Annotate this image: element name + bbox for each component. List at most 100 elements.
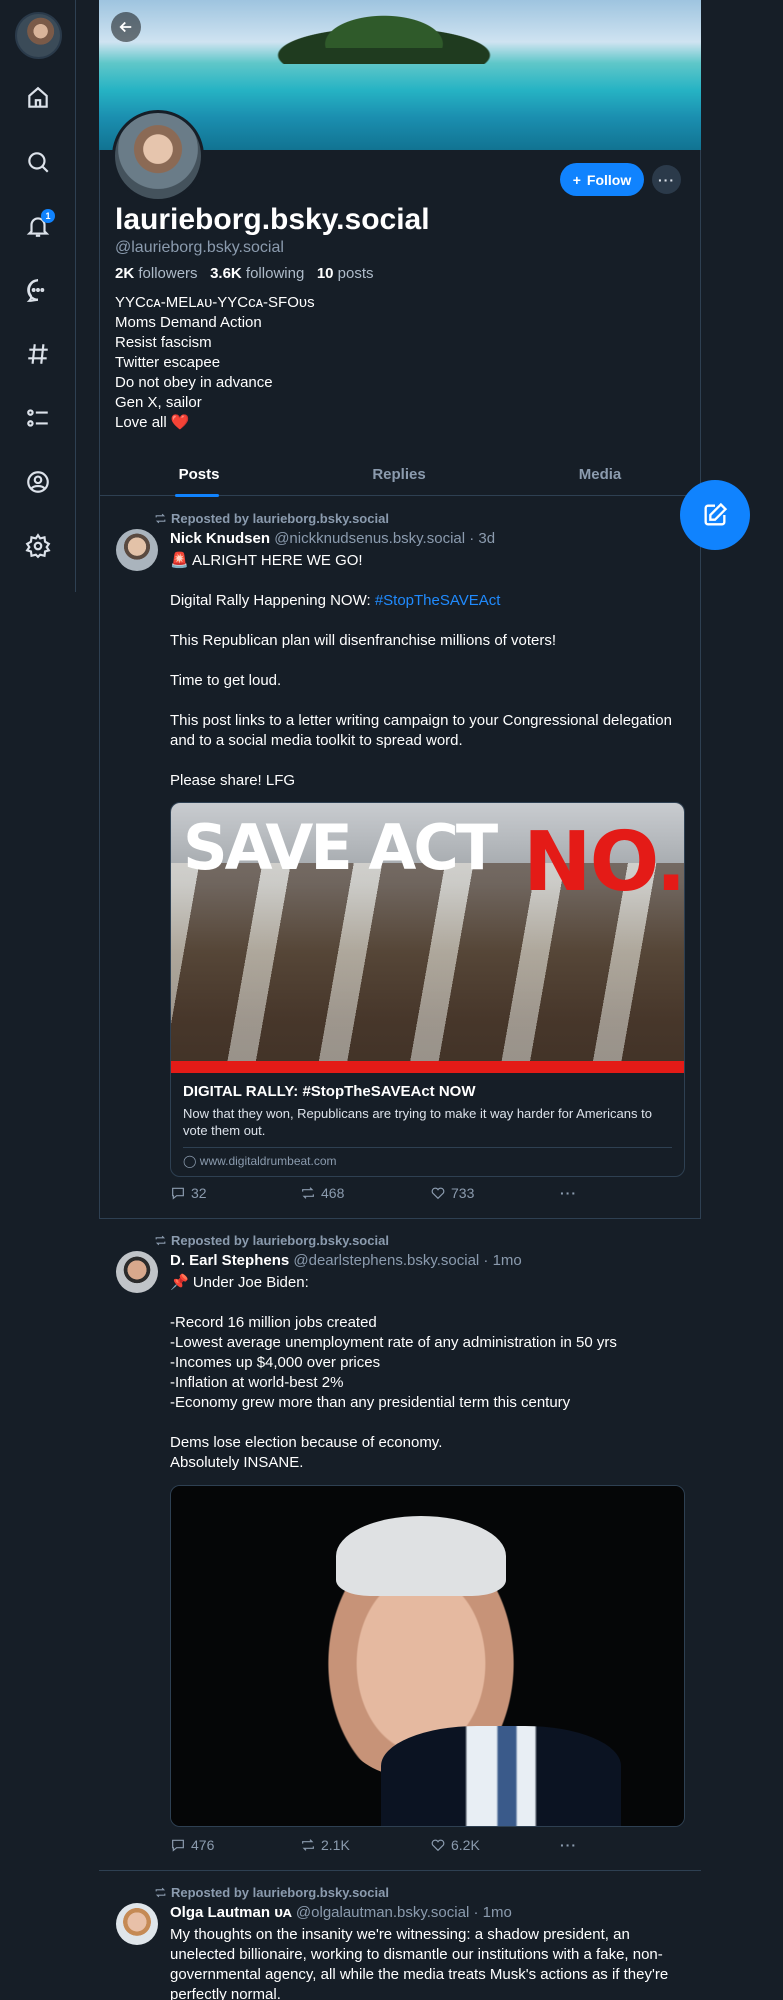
compose-icon	[704, 502, 728, 526]
author-handle[interactable]: @dearlstephens.bsky.social · 1mo	[293, 1252, 521, 1269]
following-label: following	[245, 265, 305, 282]
post-line: Absolutely INSANE.	[170, 1454, 304, 1471]
image-text-no: NO.	[523, 815, 685, 910]
profile-display-name: laurieborg.bsky.social	[115, 203, 430, 236]
profile-bio: YYCᴄᴀ-MELᴀᴜ-YYCᴄᴀ-SFOᴜs Moms Demand Acti…	[115, 293, 315, 433]
repost-button[interactable]: 468	[300, 1185, 430, 1201]
author-name[interactable]: Nick Knudsen	[170, 530, 270, 547]
ellipsis-icon: ···	[560, 1837, 577, 1853]
follow-button[interactable]: + Follow	[560, 163, 644, 196]
chat-icon[interactable]	[18, 270, 58, 310]
search-icon[interactable]	[18, 142, 58, 182]
bio-line: YYCᴄᴀ-MELᴀᴜ-YYCᴄᴀ-SFOᴜs	[115, 294, 315, 311]
compose-post-button[interactable]	[680, 480, 750, 550]
profile-icon[interactable]	[18, 462, 58, 502]
post-item[interactable]: Reposted by laurieborg.bsky.social Olga …	[99, 1871, 701, 2000]
reply-button[interactable]: 32	[170, 1185, 300, 1201]
photo-hair	[336, 1516, 506, 1596]
image-text-save-act: SAVE ACT	[183, 811, 498, 884]
profile-main-column: + Follow ··· laurieborg.bsky.social @lau…	[99, 0, 701, 2000]
post-line: -Lowest average unemployment rate of any…	[170, 1334, 617, 1351]
image-red-bar	[171, 1061, 684, 1073]
home-icon[interactable]	[18, 78, 58, 118]
post-line	[170, 691, 685, 711]
post-line-text: Digital Rally Happening NOW:	[170, 592, 375, 609]
heart-icon	[431, 1839, 445, 1852]
profile-handle: @laurieborg.bsky.social	[115, 239, 284, 256]
reply-icon	[172, 1839, 184, 1852]
tab-replies[interactable]: Replies	[299, 452, 499, 496]
repost-label[interactable]: Reposted by laurieborg.bsky.social	[171, 511, 389, 526]
profile-more-button[interactable]: ···	[652, 165, 681, 194]
post-line	[170, 1413, 685, 1433]
follow-label: Follow	[586, 171, 632, 188]
bio-line-text: Love all	[115, 414, 167, 431]
author-flag-suffix: ᴜᴀ	[274, 1904, 292, 1921]
repost-icon	[155, 1887, 166, 1898]
hashtag-link[interactable]: #StopTheSAVEAct	[375, 592, 501, 609]
tab-replies-label: Replies	[372, 465, 426, 483]
link-card[interactable]: SAVE ACT NO. DIGITAL RALLY: #StopTheSAVE…	[170, 802, 685, 1177]
tab-media-label: Media	[578, 465, 622, 483]
bio-line: Twitter escapee	[115, 354, 221, 371]
feeds-hashtag-icon[interactable]	[18, 334, 58, 374]
repost-icon	[302, 1187, 314, 1199]
post-line	[170, 651, 685, 671]
heart-icon: ❤️	[170, 414, 190, 431]
followers-link[interactable]: 2K followers	[115, 265, 198, 282]
repost-icon	[302, 1839, 314, 1851]
posts-count: 10	[316, 265, 334, 282]
lists-icon[interactable]	[18, 398, 58, 438]
reply-button[interactable]: 476	[170, 1837, 300, 1853]
following-link[interactable]: 3.6K following	[210, 265, 304, 282]
post-author: D. Earl Stephens @dearlstephens.bsky.soc…	[170, 1252, 522, 1269]
profile-stats: 2K followers 3.6K following 10 posts	[115, 265, 374, 282]
repost-indicator: Reposted by laurieborg.bsky.social	[154, 511, 389, 526]
reply-icon	[172, 1187, 184, 1200]
back-button[interactable]	[111, 12, 141, 42]
post-line: Please share! LFG	[170, 772, 296, 789]
repost-indicator: Reposted by laurieborg.bsky.social	[154, 1233, 389, 1248]
current-user-avatar[interactable]	[15, 12, 62, 59]
like-button[interactable]: 733	[430, 1185, 560, 1201]
post-line: -Record 16 million jobs created	[170, 1314, 377, 1331]
tab-posts[interactable]: Posts	[99, 452, 299, 497]
post-more-button[interactable]: ···	[560, 1837, 600, 1853]
author-avatar[interactable]	[116, 529, 158, 571]
repost-count: 2.1K	[321, 1837, 350, 1853]
post-author: Nick Knudsen @nickknudsenus.bsky.social …	[170, 530, 495, 547]
repost-indicator: Reposted by laurieborg.bsky.social	[154, 1885, 389, 1900]
author-avatar[interactable]	[116, 1251, 158, 1293]
post-more-button[interactable]: ···	[560, 1185, 600, 1201]
author-avatar[interactable]	[116, 1903, 158, 1945]
tab-media[interactable]: Media	[499, 452, 701, 496]
post-line	[170, 751, 685, 771]
post-line: -Incomes up $4,000 over prices	[170, 1354, 381, 1371]
post-image[interactable]	[170, 1485, 685, 1827]
repost-label[interactable]: Reposted by laurieborg.bsky.social	[171, 1233, 389, 1248]
profile-avatar[interactable]	[112, 110, 204, 202]
notifications-icon[interactable]: 1	[18, 206, 58, 246]
post-item[interactable]: Reposted by laurieborg.bsky.social D. Ea…	[99, 1219, 701, 1871]
post-actions: 476 2.1K 6.2K ···	[170, 1837, 600, 1853]
author-name[interactable]: Olga Lautman	[170, 1904, 270, 1921]
post-text: My thoughts on the insanity we're witnes…	[170, 1925, 685, 2000]
reply-count: 476	[191, 1837, 215, 1853]
tab-posts-label: Posts	[178, 465, 220, 483]
post-line: 🚨 ALRIGHT HERE WE GO!	[170, 552, 363, 569]
like-count: 733	[451, 1185, 475, 1201]
author-name[interactable]: D. Earl Stephens	[170, 1252, 289, 1269]
repost-label[interactable]: Reposted by laurieborg.bsky.social	[171, 1885, 389, 1900]
link-card-title: DIGITAL RALLY: #StopTheSAVEAct NOW	[183, 1083, 476, 1100]
post-item[interactable]: Reposted by laurieborg.bsky.social Nick …	[99, 497, 701, 1219]
author-handle[interactable]: @olgalautman.bsky.social · 1mo	[296, 1904, 512, 1921]
post-line	[170, 571, 685, 591]
repost-button[interactable]: 2.1K	[300, 1837, 430, 1853]
arrow-left-icon	[119, 21, 132, 33]
settings-gear-icon[interactable]	[18, 526, 58, 566]
bio-line: Resist fascism	[115, 334, 212, 351]
bio-line: Do not obey in advance	[115, 374, 273, 391]
like-button[interactable]: 6.2K	[430, 1837, 560, 1853]
author-handle[interactable]: @nickknudsenus.bsky.social · 3d	[274, 530, 495, 547]
repost-icon	[155, 1235, 166, 1246]
